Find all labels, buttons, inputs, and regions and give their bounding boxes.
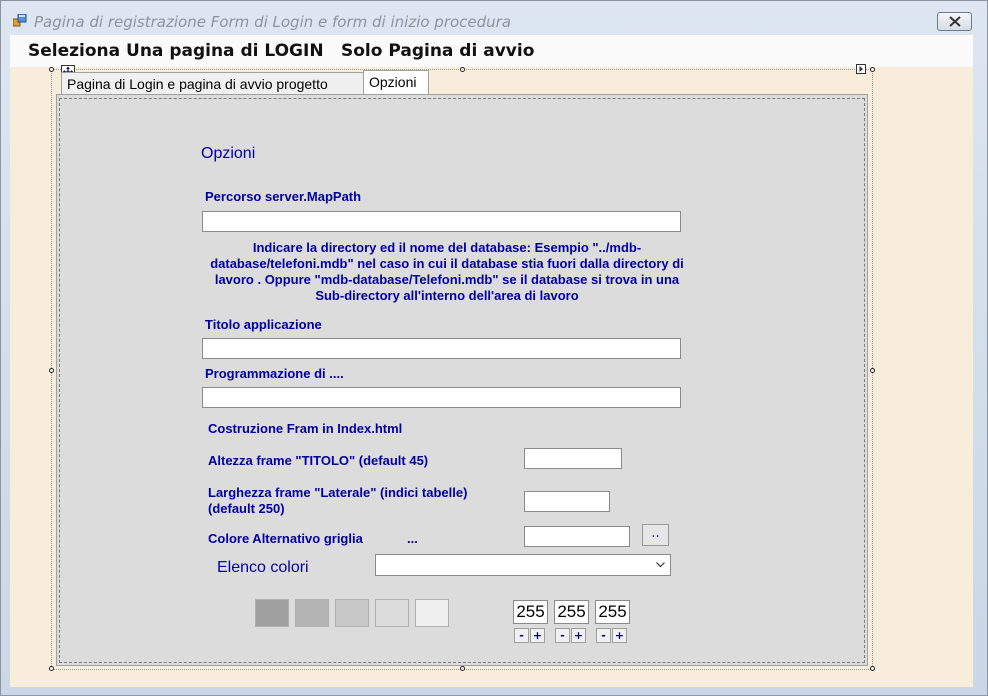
color-swatch[interactable]	[295, 599, 329, 627]
client-area: Seleziona Una pagina di LOGIN Solo Pagin…	[10, 35, 973, 687]
color-list-select[interactable]	[375, 554, 671, 576]
options-heading: Opzioni	[201, 145, 256, 162]
menu-item-login[interactable]: Seleziona Una pagina di LOGIN	[28, 41, 324, 61]
window-title: Pagina di registrazione Form di Login e …	[34, 13, 512, 31]
app-form-icon	[13, 14, 27, 27]
color-list-label: Elenco colori	[217, 559, 309, 576]
alt-color-browse-button[interactable]: ..	[642, 524, 669, 546]
rgb-red-plus-button[interactable]: +	[530, 628, 545, 643]
title-height-input[interactable]	[524, 448, 622, 469]
rgb-red-minus-button[interactable]: -	[514, 628, 529, 643]
app-title-label: Titolo applicazione	[205, 317, 322, 332]
resize-handle[interactable]	[870, 666, 875, 671]
tab-login-avvio[interactable]: Pagina di Login e pagina di avvio proget…	[61, 72, 366, 94]
menu-bar: Seleziona Una pagina di LOGIN Solo Pagin…	[10, 35, 973, 67]
color-swatch[interactable]	[255, 599, 289, 627]
rgb-green-value[interactable]: 255	[554, 600, 589, 624]
rgb-blue-value[interactable]: 255	[595, 600, 630, 624]
side-width-label: Larghezza frame "Laterale" (indici tabel…	[208, 485, 468, 516]
tab-panel-opzioni: Opzioni Percorso server.MapPath Indicare…	[56, 94, 868, 666]
frame-section-label: Costruzione Fram in Index.html	[208, 421, 403, 436]
resize-handle[interactable]	[49, 368, 54, 373]
programming-input[interactable]	[202, 387, 681, 408]
smart-tag-icon[interactable]	[856, 64, 866, 74]
resize-handle[interactable]	[460, 67, 465, 72]
rgb-green-minus-button[interactable]: -	[555, 628, 570, 643]
rgb-blue-plus-button[interactable]: +	[612, 628, 627, 643]
mappath-input[interactable]	[202, 211, 681, 232]
panel-design-border	[59, 98, 865, 663]
resize-handle[interactable]	[49, 67, 54, 72]
mappath-note: Indicare la directory ed il nome del dat…	[210, 240, 684, 303]
resize-handle[interactable]	[870, 67, 875, 72]
alt-color-ellipsis: ...	[407, 531, 418, 546]
color-swatch[interactable]	[335, 599, 369, 627]
tab-opzioni[interactable]: Opzioni	[363, 70, 429, 94]
close-button[interactable]	[937, 12, 972, 31]
color-swatch[interactable]	[415, 599, 449, 627]
programming-label: Programmazione di ....	[205, 366, 344, 381]
resize-handle[interactable]	[460, 666, 465, 671]
alt-color-input[interactable]	[524, 526, 630, 547]
rgb-green-plus-button[interactable]: +	[571, 628, 586, 643]
chevron-down-icon	[656, 562, 665, 568]
title-bar: Pagina di registrazione Form di Login e …	[1, 1, 987, 35]
side-width-input[interactable]	[524, 491, 610, 512]
mappath-label: Percorso server.MapPath	[205, 189, 362, 204]
menu-item-avvio[interactable]: Solo Pagina di avvio	[341, 41, 534, 61]
app-window: Pagina di registrazione Form di Login e …	[0, 0, 988, 696]
resize-handle[interactable]	[49, 666, 54, 671]
app-title-input[interactable]	[202, 338, 681, 359]
resize-handle[interactable]	[870, 368, 875, 373]
rgb-red-value[interactable]: 255	[513, 600, 548, 624]
alt-color-label: Colore Alternativo griglia	[208, 531, 363, 546]
color-swatch[interactable]	[375, 599, 409, 627]
close-icon	[949, 16, 961, 27]
title-height-label: Altezza frame "TITOLO" (default 45)	[208, 453, 429, 468]
rgb-blue-minus-button[interactable]: -	[596, 628, 611, 643]
